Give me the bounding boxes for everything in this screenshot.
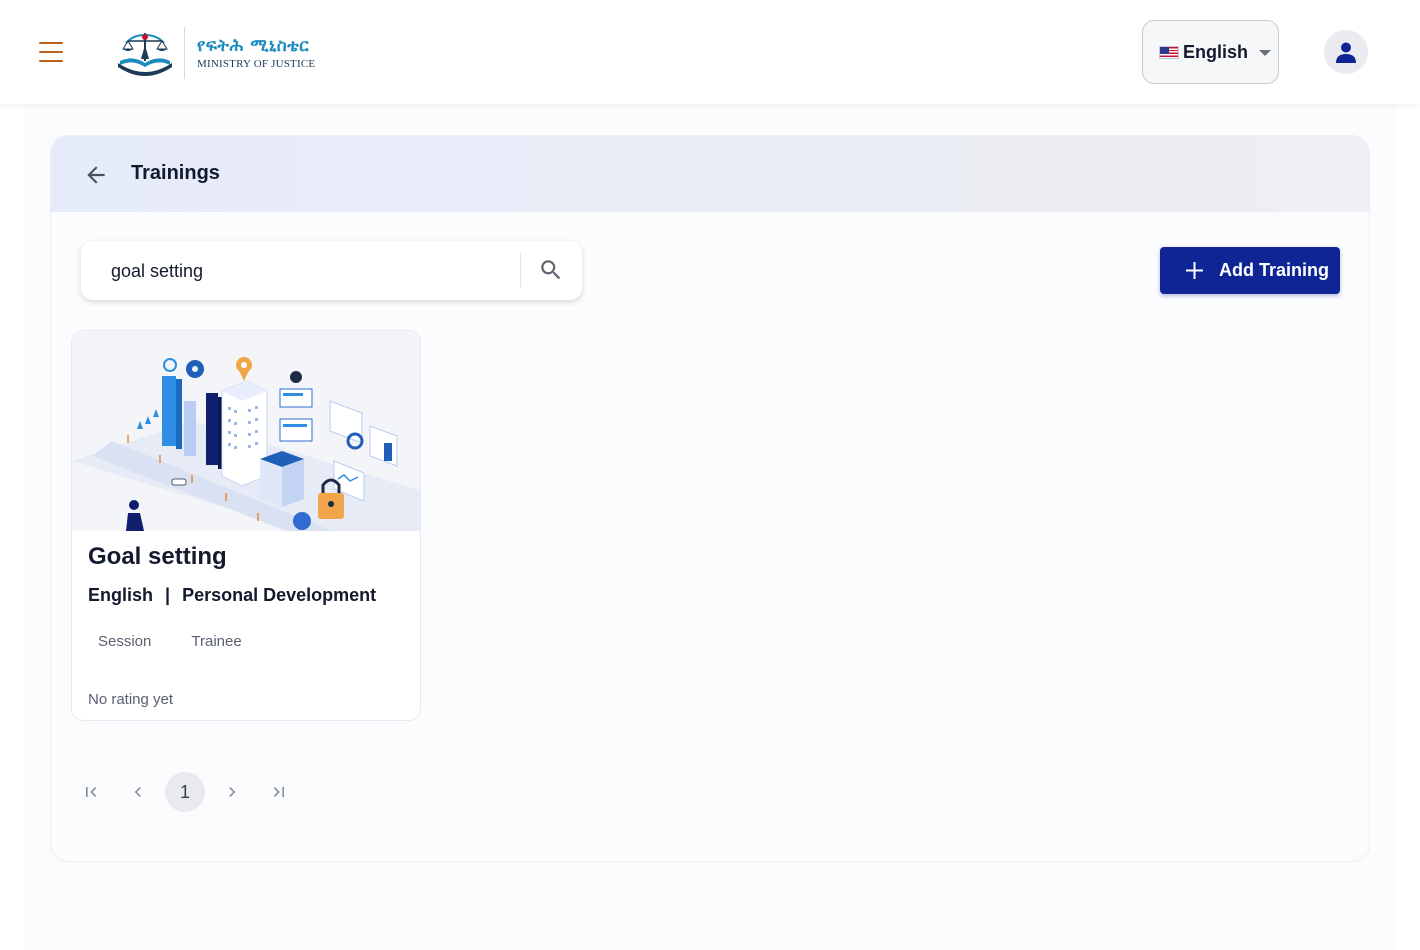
add-training-label: Add Training [1219,260,1329,280]
page-number-button[interactable]: 1 [165,772,205,812]
hamburger-menu-icon[interactable] [36,38,66,66]
trainings-panel: Trainings Add Training [50,135,1370,862]
chevron-right-icon [229,787,236,797]
panel-header: Trainings [51,136,1369,212]
back-button[interactable] [81,160,111,190]
ministry-logo[interactable]: የፍትሕ ሚኒስቴር MINISTRY OF JUSTICE [114,26,315,80]
scales-of-justice-emblem-icon [118,33,172,76]
search-bar [81,241,582,300]
caret-down-icon [1259,50,1272,56]
pagination: 1 [71,772,306,812]
session-label: Session [98,633,152,650]
training-category: Personal Development [182,585,377,605]
training-card[interactable]: Goal setting English | Personal Developm… [71,330,421,721]
user-avatar-button[interactable] [1324,30,1368,74]
logo-english-text: MINISTRY OF JUSTICE [197,58,316,70]
search-divider [520,253,521,287]
trainee-label: Trainee [191,633,242,650]
language-select[interactable]: English [1142,20,1279,84]
arrow-back-icon [87,166,105,184]
rating-text: No rating yet [88,691,174,708]
training-stats: Session Trainee [98,633,242,650]
plus-icon [1186,262,1203,279]
search-input[interactable] [111,259,511,283]
training-title: Goal setting [88,543,227,570]
first-page-icon [86,787,97,797]
logo-divider [184,27,185,79]
language-label: English [1183,41,1249,62]
next-page-button[interactable] [212,772,252,812]
logo-text: የፍትሕ ሚኒስቴር MINISTRY OF JUSTICE [197,36,315,70]
search-icon [541,260,561,280]
logo-amharic-text: የፍትሕ ሚኒስቴር [197,36,310,56]
last-page-icon [273,787,284,797]
chevron-left-icon [134,787,141,797]
user-icon [1336,42,1356,63]
training-meta: English | Personal Development [88,585,376,606]
meta-separator: | [165,585,171,605]
add-training-button[interactable]: Add Training [1160,247,1340,294]
last-page-button[interactable] [259,772,299,812]
us-flag-icon [1159,45,1179,59]
page-title: Trainings [131,162,220,184]
search-button[interactable] [536,255,566,285]
first-page-button[interactable] [71,772,111,812]
top-app-bar: የፍትሕ ሚኒስቴር MINISTRY OF JUSTICE English [0,0,1420,104]
training-language: English [88,585,154,605]
previous-page-button[interactable] [118,772,158,812]
training-thumbnail-illustration [72,331,420,531]
